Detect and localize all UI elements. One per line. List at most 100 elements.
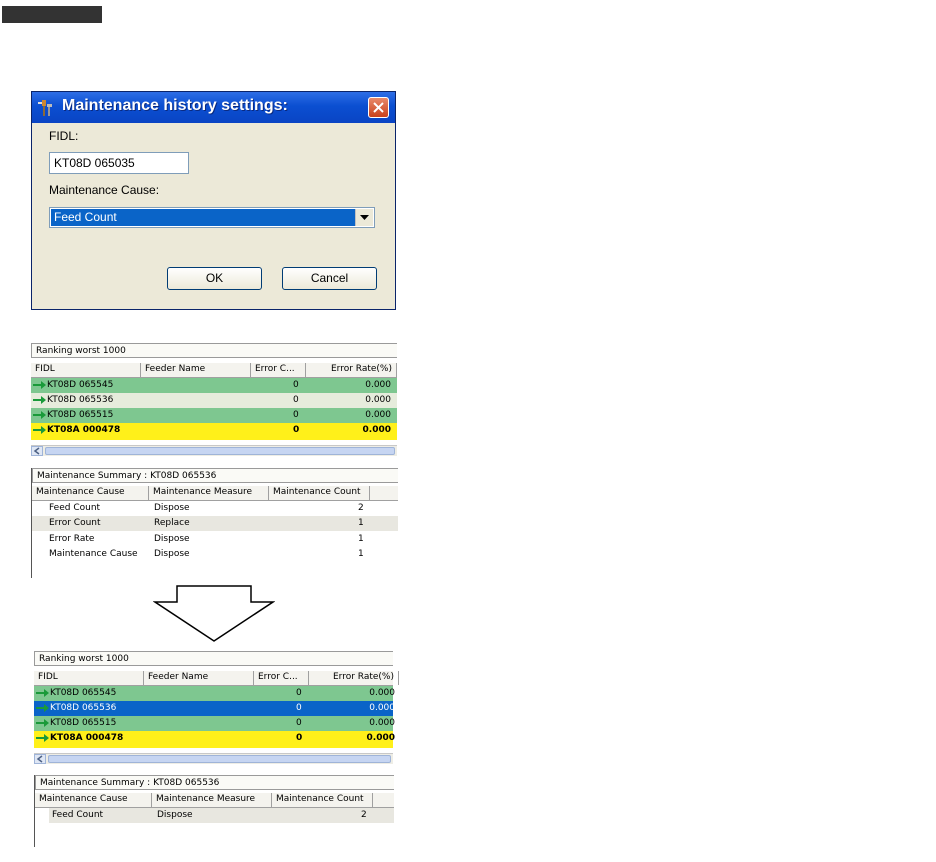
cell-count: 1 [358,534,364,544]
ranking-title: Ranking worst 1000 [34,651,393,666]
ranking-panel-after: Ranking worst 1000 FIDL Feeder Name Erro… [34,651,399,767]
scroll-left-button[interactable] [34,754,46,764]
list-item[interactable]: Maintenance Cause Dispose 1 [32,547,398,562]
maintenance-cause-select[interactable]: Feed Count [49,207,375,228]
cell-fidl: KT08D 065545 [50,688,117,698]
list-item[interactable]: Feed Count Dispose 2 [49,808,394,823]
summary-column-headers: Maintenance Cause Maintenance Measure Ma… [32,486,398,501]
maintenance-summary-panel-after: Maintenance Summary : KT08D 065536 Maint… [34,775,394,847]
cell-error-count: 0 [293,410,299,420]
row-arrow-icon [33,396,46,404]
cell-error-count: 0 [293,395,299,405]
cell-error-rate: 0.000 [369,718,395,728]
summary-title: Maintenance Summary : KT08D 065536 [35,775,394,790]
col-error-rate[interactable]: Error Rate(%) [306,363,397,377]
cell-fidl: KT08D 065515 [50,718,117,728]
cell-error-rate: 0.000 [369,703,395,713]
close-icon [373,102,384,113]
cell-cause: Feed Count [52,810,104,820]
cell-error-rate: 0.000 [369,688,395,698]
row-arrow-icon [33,381,46,389]
col-maintenance-cause[interactable]: Maintenance Cause [32,486,149,500]
cell-error-count: 0 [296,688,302,698]
col-feeder-name[interactable]: Feeder Name [141,363,251,377]
row-arrow-icon [36,704,49,712]
row-arrow-icon [36,689,49,697]
row-arrow-icon [33,426,46,434]
table-row[interactable]: KT08D 065515 0 0.000 [31,408,397,423]
cell-error-rate: 0.000 [366,733,395,743]
col-error-rate[interactable]: Error Rate(%) [309,671,399,685]
dialog-title: Maintenance history settings: [62,97,288,114]
col-fidl[interactable]: FIDL [34,671,144,685]
col-maintenance-count[interactable]: Maintenance Count [272,793,373,807]
cause-selected-value: Feed Count [51,209,355,226]
summary-title: Maintenance Summary : KT08D 065536 [32,468,398,483]
table-row[interactable]: KT08D 065545 0 0.000 [31,378,397,393]
table-row[interactable]: KT08D 065545 0 0.000 [34,686,395,701]
down-arrow-icon [153,585,275,642]
fidl-input[interactable]: KT08D 065035 [49,152,189,174]
row-arrow-icon [36,734,49,742]
col-error-count[interactable]: Error C... [251,363,306,377]
close-button[interactable] [368,97,389,118]
cell-fidl: KT08D 065515 [47,410,114,420]
cell-measure: Dispose [154,534,190,544]
list-item[interactable]: Error Count Replace 1 [32,516,398,531]
col-fidl[interactable]: FIDL [31,363,141,377]
col-maintenance-cause[interactable]: Maintenance Cause [35,793,152,807]
fidl-label: FIDL: [49,129,79,143]
cell-measure: Dispose [154,549,190,559]
col-maintenance-count[interactable]: Maintenance Count [269,486,370,500]
dropdown-button[interactable] [355,209,373,226]
cell-count: 1 [358,549,364,559]
cell-error-count: 0 [293,380,299,390]
ranking-panel: Ranking worst 1000 FIDL Feeder Name Erro… [31,343,397,459]
cell-error-rate: 0.000 [365,410,391,420]
header-bar [2,6,102,23]
cell-count: 2 [358,503,364,513]
tool-icon [36,98,56,118]
table-row[interactable]: KT08D 065515 0 0.000 [34,716,395,731]
cell-error-rate: 0.000 [365,395,391,405]
cause-label: Maintenance Cause: [49,183,160,197]
ranking-column-headers: FIDL Feeder Name Error C... Error Rate(%… [34,671,399,686]
col-maintenance-measure[interactable]: Maintenance Measure [149,486,269,500]
table-row[interactable]: KT08A 000478 0 0.000 [34,731,395,748]
scroll-thumb[interactable] [48,755,391,763]
cell-fidl: KT08D 065536 [50,703,117,713]
table-row[interactable]: KT08A 000478 0 0.000 [31,423,397,440]
cell-measure: Replace [154,518,190,528]
ok-button[interactable]: OK [167,267,262,290]
ranking-column-headers: FIDL Feeder Name Error C... Error Rate(%… [31,363,397,378]
cell-error-count: 0 [296,718,302,728]
table-row-selected[interactable]: KT08D 065536 0 0.000 [34,701,395,716]
table-row[interactable]: KT08D 065536 0 0.000 [31,393,397,408]
maintenance-history-dialog: Maintenance history settings: FIDL: KT08… [31,91,396,310]
cell-fidl: KT08D 065545 [47,380,114,390]
cancel-button[interactable]: Cancel [282,267,377,290]
dialog-titlebar[interactable]: Maintenance history settings: [32,92,395,123]
cell-fidl: KT08D 065536 [47,395,114,405]
dropdown-arrow-icon [360,215,369,220]
col-error-count[interactable]: Error C... [254,671,309,685]
row-arrow-icon [33,411,46,419]
cell-cause: Maintenance Cause [49,549,138,559]
scroll-left-button[interactable] [31,446,43,456]
horizontal-scrollbar[interactable] [34,753,393,764]
cell-fidl: KT08A 000478 [50,733,124,743]
scroll-left-icon [36,755,43,763]
list-item[interactable]: Error Rate Dispose 1 [32,532,398,547]
cell-measure: Dispose [157,810,193,820]
col-feeder-name[interactable]: Feeder Name [144,671,254,685]
scroll-thumb[interactable] [45,447,395,455]
cell-fidl: KT08A 000478 [47,425,121,435]
maintenance-summary-panel: Maintenance Summary : KT08D 065536 Maint… [31,468,398,578]
col-maintenance-measure[interactable]: Maintenance Measure [152,793,272,807]
cell-measure: Dispose [154,503,190,513]
horizontal-scrollbar[interactable] [31,445,397,456]
cell-cause: Feed Count [49,503,101,513]
cell-cause: Error Rate [49,534,95,544]
cell-error-count: 0 [293,425,300,435]
list-item[interactable]: Feed Count Dispose 2 [32,501,398,516]
